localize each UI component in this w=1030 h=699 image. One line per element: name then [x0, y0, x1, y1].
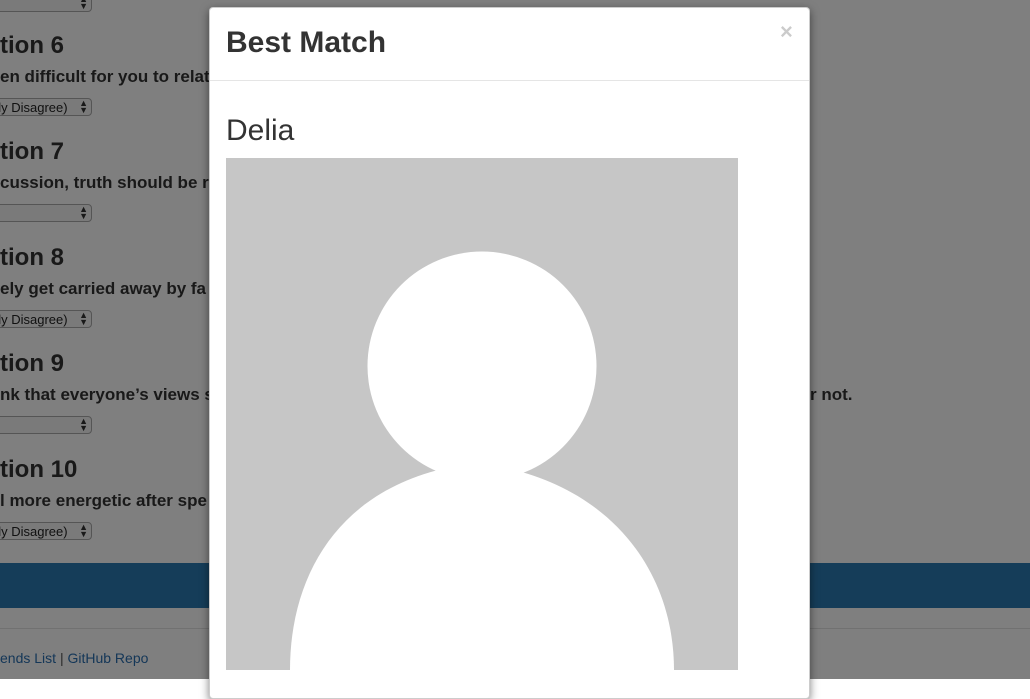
person-placeholder-icon: [290, 251, 674, 670]
modal-title: Best Match: [226, 26, 387, 59]
match-photo: [226, 158, 738, 670]
match-name: Delia: [226, 114, 295, 147]
close-icon[interactable]: ×: [780, 20, 793, 44]
modal-header: Best Match ×: [210, 8, 809, 81]
best-match-modal: Best Match × Delia: [209, 7, 810, 699]
